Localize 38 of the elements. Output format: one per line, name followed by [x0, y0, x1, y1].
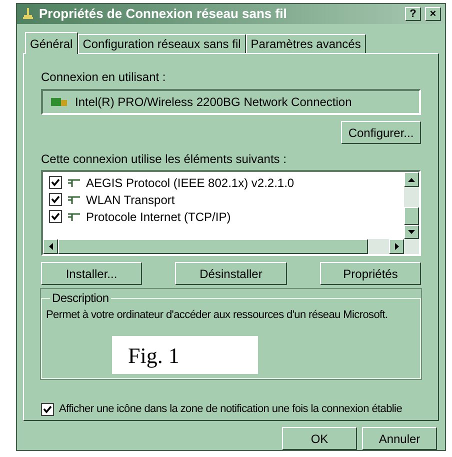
- checkbox[interactable]: [41, 402, 54, 416]
- help-button[interactable]: ?: [405, 7, 421, 21]
- scrollbar-corner: [404, 239, 419, 254]
- tab[interactable]: Configuration réseaux sans fil: [78, 34, 246, 53]
- window-title: Propriétés de Connexion réseau sans fil: [39, 5, 287, 24]
- list-item[interactable]: AEGIS Protocol (IEEE 802.1x) v2.2.1.0: [49, 174, 404, 191]
- adapter-field: Intel(R) PRO/Wireless 2200BG Network Connection: [41, 89, 421, 115]
- checkbox-label: Afficher une icône dans la zone de notification une fois la connexion établie: [59, 402, 402, 417]
- protocol-icon: [67, 194, 81, 204]
- adapter-label: Connexion en utilisant :: [41, 69, 167, 86]
- left-arrow-icon: [48, 243, 52, 250]
- components-label: Cette connexion utilise les éléments suivants :: [41, 151, 288, 168]
- description-text: Permet à votre ordinateur d'accéder aux ressources d'un réseau Microsoft.: [46, 308, 389, 323]
- tab[interactable]: Général: [25, 32, 78, 54]
- button[interactable]: Annuler: [362, 427, 437, 450]
- protocol-icon: [67, 178, 81, 188]
- button[interactable]: Installer...: [41, 262, 142, 285]
- network-card-icon: [51, 96, 67, 108]
- button[interactable]: Désinstaller: [175, 262, 287, 285]
- description-title: Description: [51, 290, 110, 307]
- button[interactable]: Configurer...: [341, 121, 421, 144]
- vertical-scrollbar[interactable]: [404, 172, 419, 239]
- close-button[interactable]: ×: [425, 7, 441, 21]
- tab[interactable]: Paramètres avancés: [246, 34, 366, 53]
- button[interactable]: Propriétés: [320, 262, 421, 285]
- list-item[interactable]: WLAN Transport: [49, 191, 404, 208]
- network-icon: [21, 7, 35, 21]
- right-arrow-icon: [394, 243, 398, 250]
- checkbox[interactable]: [49, 176, 62, 189]
- scrollbar-thumb[interactable]: [404, 207, 419, 225]
- protocol-icon: [67, 212, 81, 222]
- checkbox[interactable]: [49, 210, 62, 223]
- up-arrow-icon: [408, 178, 415, 182]
- button[interactable]: OK: [282, 427, 357, 450]
- checkbox[interactable]: [49, 193, 62, 206]
- down-arrow-icon: [408, 230, 415, 234]
- figure-label: Fig. 1: [112, 336, 258, 374]
- list-item[interactable]: Protocole Internet (TCP/IP): [49, 208, 404, 225]
